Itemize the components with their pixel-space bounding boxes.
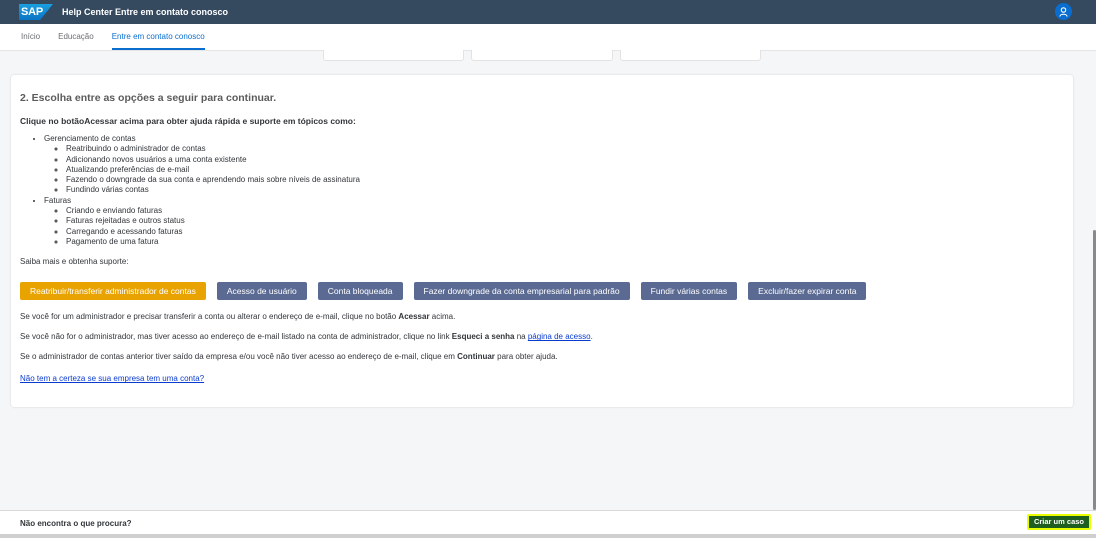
text-span: Se o administrador de contas anterior ti… <box>20 352 458 362</box>
options-panel: 2. Escolha entre as opções a seguir para… <box>11 75 1073 407</box>
info-paragraph: Se você for um administrador e precisar … <box>20 312 1064 321</box>
list-item: Adicionando novos usuários a uma conta e… <box>66 155 1064 165</box>
info-paragraph: Se você não for o administrador, mas tiv… <box>20 332 1064 341</box>
login-page-link[interactable]: página de acesso <box>528 332 591 341</box>
text-span: Se você for um administrador e precisar … <box>20 312 399 322</box>
text-span: para obter ajuda. <box>494 352 558 362</box>
account-locked-button[interactable]: Conta bloqueada <box>317 282 403 301</box>
create-case-button[interactable]: Criar um caso <box>1026 514 1091 530</box>
bold-text: Acessar <box>398 312 430 322</box>
shell-title: Help Center Entre em contato conosco <box>62 7 229 17</box>
footer-bar: Não encontra o que procura? Criar um cas… <box>0 510 1096 535</box>
text-span: Se você não for o administrador, mas tiv… <box>20 332 452 342</box>
support-intro: Saiba mais e obtenha suporte: <box>20 257 129 267</box>
company-account-link[interactable]: Não tem a certeza se sua empresa tem uma… <box>20 374 204 383</box>
list-item: Reatribuindo o administrador de contas <box>66 144 1064 154</box>
bottom-strip <box>0 534 1096 538</box>
list-item: Pagamento de uma fatura <box>66 237 1064 247</box>
text-span: . <box>590 332 593 342</box>
support-buttons: Reatribuir/transferir administrador de c… <box>20 282 1064 301</box>
user-access-button[interactable]: Acesso de usuário <box>216 282 307 301</box>
topic-label: Gerenciamento de contas <box>44 134 136 143</box>
footer-prompt: Não encontra o que procura? <box>20 518 132 528</box>
tab-contato[interactable]: Entre em contato conosco <box>111 32 205 50</box>
option-card[interactable] <box>620 50 761 61</box>
list-item: Gerenciamento de contas Reatribuindo o a… <box>44 134 1064 196</box>
nav-tabs: Início Educação Entre em contato conosco <box>0 24 1096 51</box>
lead-text: Clique no botãoAcessar acima para obter … <box>20 116 356 126</box>
option-card[interactable] <box>323 50 464 61</box>
merge-accounts-button[interactable]: Fundir várias contas <box>640 282 738 301</box>
option-card[interactable] <box>471 50 613 61</box>
topic-label: Faturas <box>44 195 72 205</box>
text-span: na <box>514 332 528 342</box>
bold-text: Continuar <box>457 352 495 362</box>
reassign-admin-button[interactable]: Reatribuir/transferir administrador de c… <box>20 282 206 301</box>
sap-logo[interactable]: SAP <box>19 4 53 20</box>
user-button[interactable] <box>1055 3 1072 20</box>
list-item: Faturas rejeitadas e outros status <box>66 216 1064 226</box>
text-span: acima. <box>429 312 456 322</box>
section-heading: 2. Escolha entre as opções a seguir para… <box>20 92 277 104</box>
shell-bar: SAP Help Center Entre em contato conosco <box>0 0 1096 24</box>
list-item: Fundindo várias contas <box>66 185 1064 195</box>
list-item: Atualizando preferências de e-mail <box>66 165 1064 175</box>
info-paragraph: Se o administrador de contas anterior ti… <box>20 352 1064 361</box>
company-account-paragraph: Não tem a certeza se sua empresa tem uma… <box>20 374 1064 383</box>
list-item: Carregando e acessando faturas <box>66 227 1064 237</box>
bold-text: Esqueci a senha <box>451 332 515 342</box>
downgrade-account-button[interactable]: Fazer downgrade da conta empresarial par… <box>413 282 630 301</box>
delete-account-button[interactable]: Excluir/fazer expirar conta <box>748 282 867 301</box>
list-item: Faturas Criando e enviando faturas Fatur… <box>44 196 1064 247</box>
tab-educacao[interactable]: Educação <box>58 32 94 50</box>
tab-inicio[interactable]: Início <box>21 32 40 50</box>
list-item: Criando e enviando faturas <box>66 206 1064 216</box>
list-item: Fazendo o downgrade da sua conta e apren… <box>66 175 1064 185</box>
user-icon <box>1059 6 1068 17</box>
topics-list: Gerenciamento de contas Reatribuindo o a… <box>20 134 1064 247</box>
